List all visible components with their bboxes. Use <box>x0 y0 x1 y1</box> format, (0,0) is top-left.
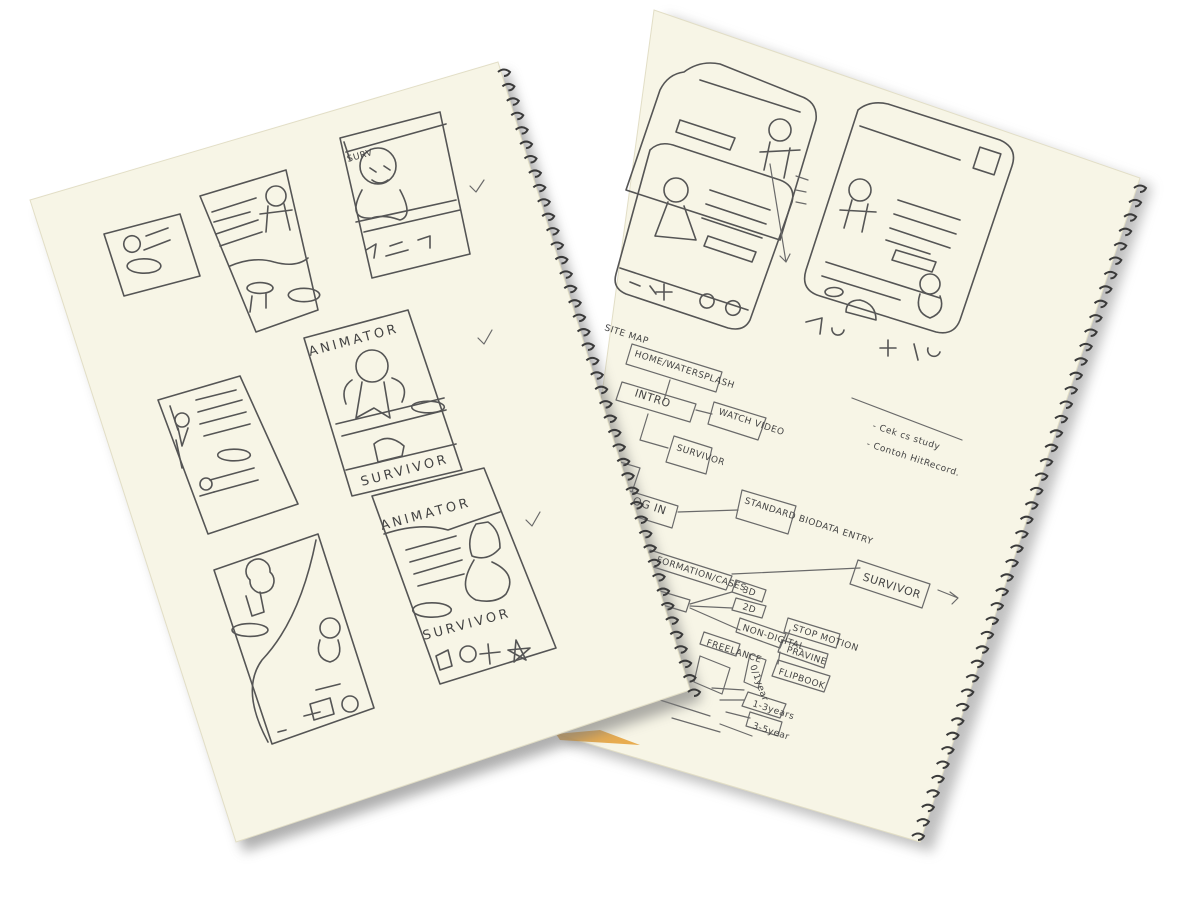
right-sheet: SITE MAP HOME/WATERSPLASH INTRO WATCH VI… <box>555 9 1152 852</box>
notebook-scene: SITE MAP HOME/WATERSPLASH INTRO WATCH VI… <box>29 9 1152 852</box>
